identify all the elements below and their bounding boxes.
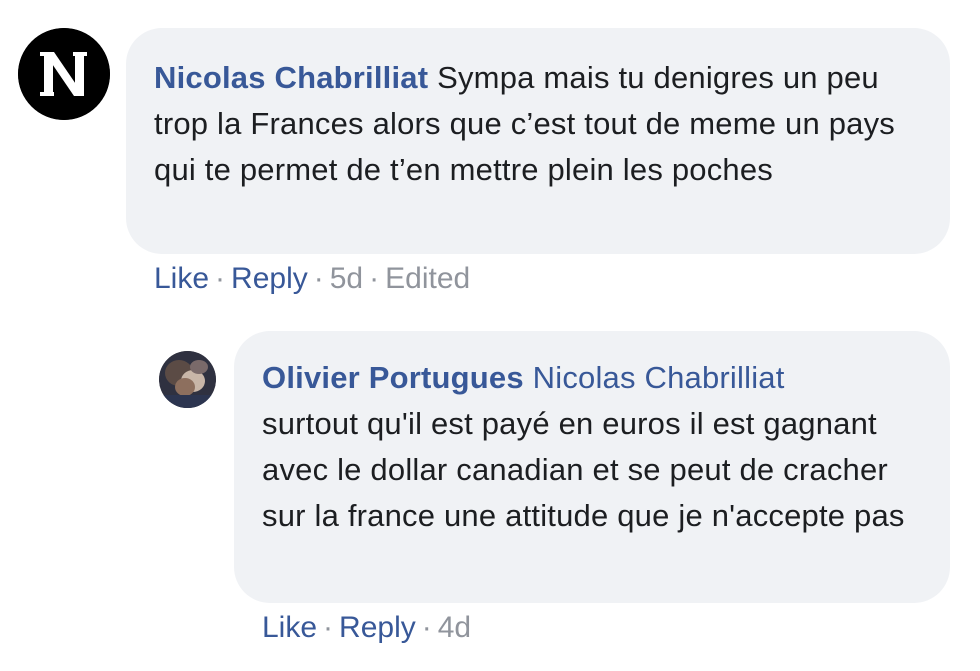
comment-actions: Like · Reply · 5d · Edited bbox=[154, 259, 470, 299]
reply-link[interactable]: Reply bbox=[339, 611, 416, 644]
edited-label[interactable]: Edited bbox=[385, 262, 470, 295]
separator: · bbox=[215, 262, 226, 295]
like-link[interactable]: Like bbox=[154, 262, 209, 295]
separator: · bbox=[313, 262, 324, 295]
mention-link[interactable]: Nicolas Chabrilliat bbox=[533, 360, 785, 395]
comment-author[interactable]: Olivier Portugues bbox=[262, 360, 524, 395]
comment-bubble: Olivier Portugues Nicolas Chabrilliat su… bbox=[234, 331, 950, 603]
profile-photo bbox=[159, 351, 216, 408]
comment-bubble: Nicolas Chabrilliat Sympa mais tu denigr… bbox=[126, 28, 950, 254]
comment-text: surtout qu'il est payé en euros il est g… bbox=[262, 406, 905, 533]
reply-link[interactable]: Reply bbox=[231, 262, 308, 295]
separator: · bbox=[421, 611, 432, 644]
comment-author[interactable]: Nicolas Chabrilliat bbox=[154, 60, 428, 95]
avatar[interactable] bbox=[18, 28, 110, 120]
comment-actions: Like · Reply · 4d bbox=[262, 608, 471, 648]
separator: · bbox=[323, 611, 334, 644]
letter-n-logo-icon bbox=[18, 28, 110, 120]
separator: · bbox=[369, 262, 380, 295]
timestamp[interactable]: 5d bbox=[330, 262, 363, 295]
timestamp[interactable]: 4d bbox=[438, 611, 471, 644]
avatar[interactable] bbox=[159, 351, 216, 408]
like-link[interactable]: Like bbox=[262, 611, 317, 644]
